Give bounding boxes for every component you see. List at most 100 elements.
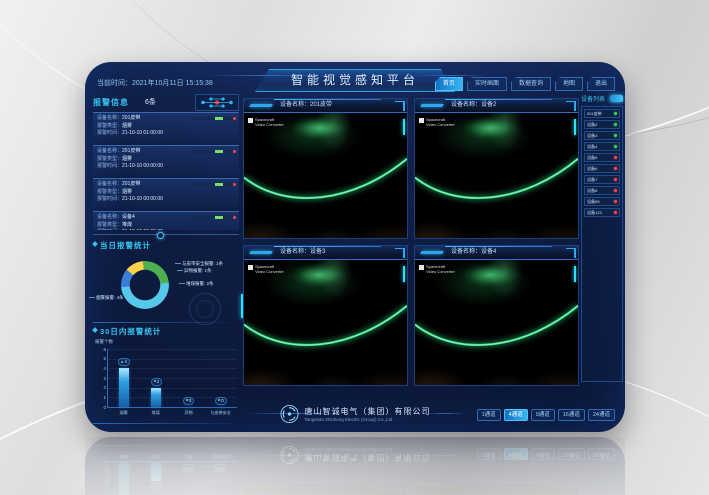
nav-button[interactable]: 数据查询 <box>511 77 551 91</box>
nav-button[interactable]: 实时画面 <box>467 77 507 91</box>
channel-button[interactable]: 24通道 <box>588 409 615 421</box>
device-name: 设备4 <box>587 144 597 149</box>
video-converter-overlay: SpacecraftVideo Converter <box>419 264 455 274</box>
video-panel-header: 设备名称：设备2 <box>415 99 578 113</box>
device-list-item[interactable]: 设备8 <box>584 186 620 195</box>
nav-button[interactable]: 地图 <box>555 77 583 91</box>
video-grid: 设备名称：201皮带 SpacecraftVideo Converter 设备名… <box>243 98 579 386</box>
page-title: 智能视觉感知平台 <box>255 69 455 92</box>
gridline <box>108 359 237 360</box>
company-name-en: Tangshan Zhicheng Electric (Group) Co.,L… <box>305 417 431 422</box>
alarm-list[interactable]: 设备名称：201皮带 报警类型：烟雾 报警时间：21-10-10 01:00:0… <box>93 112 239 230</box>
video-converter-overlay: SpacecraftVideo Converter <box>419 117 455 127</box>
converter-logo-icon <box>248 118 253 123</box>
alarm-list-item[interactable]: 设备名称：201皮带 报警类型：烟雾 报警时间：21-10-10 00:00:0… <box>93 178 239 208</box>
device-list: 201皮带 设备2 设备3 设备4 设备5 设备6 设备7 设备8 设备55 设… <box>581 106 623 382</box>
device-name: 201皮带 <box>587 111 602 116</box>
video-device-name: 设备名称：设备3 <box>280 249 325 255</box>
company-logo-icon <box>280 404 300 424</box>
video-converter-overlay: SpacecraftVideo Converter <box>248 264 284 274</box>
x-axis-label: 堆煤 <box>141 410 170 416</box>
device-list-panel: 设备列表 201皮带 设备2 设备3 设备4 设备5 设备6 设备7 设备8 <box>581 94 623 388</box>
slider-knob[interactable] <box>157 232 164 239</box>
device-status-dot <box>614 112 617 115</box>
slider-track <box>93 234 239 235</box>
device-status-dot <box>614 211 617 214</box>
video-panel[interactable]: 设备名称：201皮带 SpacecraftVideo Converter <box>243 98 408 239</box>
video-feed[interactable]: SpacecraftVideo Converter <box>244 113 407 238</box>
device-status-dot <box>614 189 617 192</box>
device-name: 设备3 <box>587 133 597 138</box>
nav-button[interactable]: 退出 <box>587 77 615 91</box>
daily-alarm-donut-chart: 烟雾报警: 4条 与皮带安全报警: 1条 异物报警: 1条 堆煤报警: 2条 <box>93 253 239 319</box>
device-name: 设备7 <box>587 177 597 182</box>
current-time: 当前时间：2021年10月11日 15:15:38 <box>97 78 213 88</box>
channel-button[interactable]: 4通道 <box>504 409 528 421</box>
conveyor-laser-line <box>415 260 578 385</box>
device-list-item[interactable]: 设备5 <box>584 153 620 162</box>
device-list-item[interactable]: 201皮带 <box>584 109 620 118</box>
gridline <box>108 388 237 389</box>
device-list-item[interactable]: 设备2 <box>584 120 620 129</box>
y-axis-tick: 1 <box>95 395 106 400</box>
footer-divider <box>425 413 465 414</box>
device-list-item[interactable]: 设备55 <box>584 197 620 206</box>
network-topology-icon <box>195 94 239 111</box>
device-list-item[interactable]: 设备4 <box>584 142 620 151</box>
alarm-sidebar: 报警信息 6条 设备名称：201皮带 报警类型：烟雾 报警时间：2 <box>93 96 239 424</box>
alarm-list-item[interactable]: 设备名称：201皮带 报警类型：烟雾 报警时间：21-10-10 00:00:0… <box>93 145 239 175</box>
donut-label-belt-safety: 与皮带安全报警: 1条 <box>175 261 223 267</box>
donut-label-smoke: 烟雾报警: 4条 <box>89 295 124 301</box>
x-axis-label: 异物 <box>174 410 203 416</box>
video-scrollbar-thumb[interactable] <box>574 266 576 282</box>
device-status-dot <box>614 156 617 159</box>
x-axis-label: 烟雾 <box>109 410 138 416</box>
video-panel[interactable]: 设备名称：设备2 SpacecraftVideo Converter <box>414 98 579 239</box>
channel-button[interactable]: 16通道 <box>558 409 585 421</box>
corner-bracket-icon <box>395 248 405 258</box>
alarm-list-item[interactable]: 设备名称：设备4 报警类型：堆煤 报警时间：21-10-10 00:00:00 <box>93 211 239 230</box>
video-feed[interactable]: SpacecraftVideo Converter <box>415 260 578 385</box>
dashboard-panel: 当前时间：2021年10月11日 15:15:38 智能视觉感知平台 首页实时画… <box>85 62 625 432</box>
device-status-dot <box>614 134 617 137</box>
alarm-count-badge: 6条 <box>145 97 156 107</box>
alarm-list-item[interactable]: 设备名称：201皮带 报警类型：烟雾 报警时间：21-10-10 01:00:0… <box>93 112 239 142</box>
bar <box>216 407 226 408</box>
y-axis-tick: 3 <box>95 376 106 381</box>
video-scrollbar-thumb[interactable] <box>403 266 405 282</box>
y-axis-tick: 6 <box>95 347 106 352</box>
conveyor-laser-line <box>415 113 578 238</box>
converter-logo-icon <box>248 265 253 270</box>
x-axis-label: 与皮带安全 <box>206 410 235 416</box>
video-feed[interactable]: SpacecraftVideo Converter <box>415 113 578 238</box>
video-panel[interactable]: 设备名称：设备4 SpacecraftVideo Converter <box>414 245 579 386</box>
video-panel[interactable]: 设备名称：设备3 SpacecraftVideo Converter <box>243 245 408 386</box>
device-status-dot <box>614 123 617 126</box>
monthly-stats-title: 30日内报警统计 <box>93 326 239 337</box>
corner-bracket-icon <box>566 248 576 258</box>
video-feed[interactable]: SpacecraftVideo Converter <box>244 260 407 385</box>
gridline <box>108 349 237 350</box>
device-list-item[interactable]: 设备6 <box>584 164 620 173</box>
alarm-list-slider[interactable] <box>93 232 239 237</box>
device-list-item[interactable]: 设备7 <box>584 175 620 184</box>
video-scrollbar-thumb[interactable] <box>403 119 405 135</box>
device-list-toggle-button[interactable] <box>610 95 623 102</box>
device-status-dot <box>614 178 617 181</box>
channel-button[interactable]: 9通道 <box>531 409 555 421</box>
channel-button[interactable]: 1通道 <box>477 409 501 421</box>
device-name: 设备5 <box>587 155 597 160</box>
donut-label-coal-pile: 堆煤报警: 2条 <box>179 281 214 287</box>
bar-chart-ylabel: 报警个数 <box>95 339 239 345</box>
alarm-status-bar <box>191 216 235 219</box>
bar-chart-x-axis: 烟雾堆煤异物与皮带安全 <box>107 410 237 416</box>
gridline <box>108 397 237 398</box>
device-status-dot <box>614 200 617 203</box>
device-list-item[interactable]: 设备3 <box>584 131 620 140</box>
device-list-item[interactable]: 设备123 <box>584 208 620 217</box>
video-scrollbar-thumb[interactable] <box>574 119 576 135</box>
daily-stats-title: 当日报警统计 <box>93 240 239 251</box>
video-device-name: 设备名称：设备2 <box>451 102 496 108</box>
nav-button[interactable]: 首页 <box>435 77 463 91</box>
y-axis-tick: 0 <box>95 405 106 410</box>
